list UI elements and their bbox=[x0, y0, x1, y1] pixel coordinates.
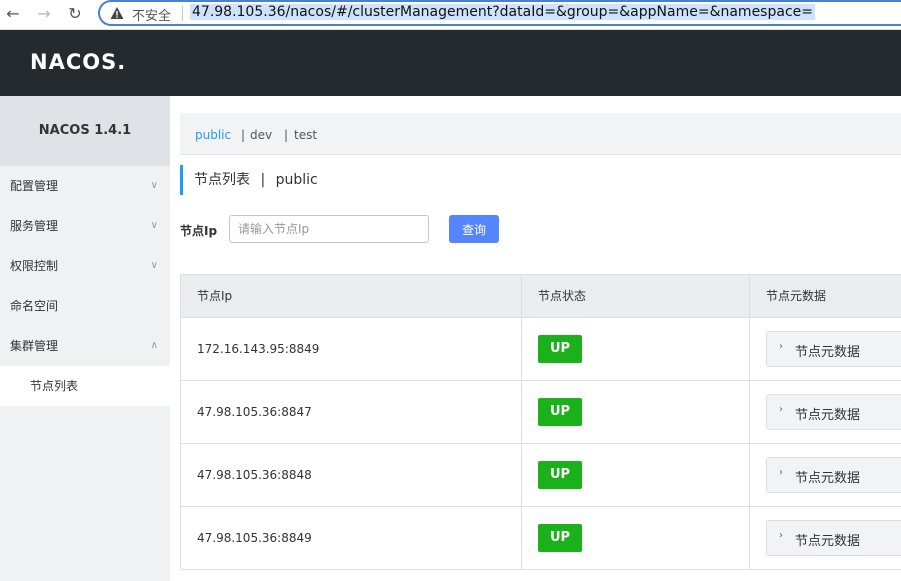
namespace-divider: | bbox=[284, 128, 289, 142]
status-badge: UP bbox=[538, 335, 582, 363]
metadata-label: 节点元数据 bbox=[795, 345, 861, 360]
app-header: NACOS. bbox=[0, 30, 901, 96]
metadata-button[interactable]: › 节点元数据 bbox=[766, 394, 901, 430]
browser-toolbar: ← → ↻ 不安全 47.98.105.36/nacos/#/clusterMa… bbox=[0, 0, 901, 30]
page-title-text: 节点列表 bbox=[194, 172, 250, 188]
chevron-down-icon: ∨ bbox=[150, 260, 158, 271]
node-ip: 47.98.105.36:8849 bbox=[197, 531, 312, 545]
sidebar-subitem-node-list[interactable]: 节点列表 bbox=[0, 366, 170, 406]
metadata-label: 节点元数据 bbox=[795, 408, 861, 423]
chevron-right-icon: › bbox=[779, 467, 783, 478]
status-badge: UP bbox=[538, 461, 582, 489]
chevron-down-icon: ∨ bbox=[150, 180, 158, 191]
table-row: 172.16.143.95:8849 UP › 节点元数据 bbox=[181, 318, 901, 381]
column-header-status: 节点状态 bbox=[538, 289, 587, 303]
chevron-down-icon: ∨ bbox=[150, 220, 158, 231]
chevron-up-icon: ∧ bbox=[150, 340, 158, 351]
metadata-label: 节点元数据 bbox=[795, 534, 861, 549]
sidebar-item-label: 命名空间 bbox=[10, 299, 59, 313]
table-row: 47.98.105.36:8847 UP › 节点元数据 bbox=[181, 381, 901, 444]
status-badge: UP bbox=[538, 524, 582, 552]
namespace-dev[interactable]: dev bbox=[250, 128, 272, 142]
namespace-bar: public | dev | test bbox=[180, 113, 901, 155]
metadata-button[interactable]: › 节点元数据 bbox=[766, 457, 901, 493]
namespace-test[interactable]: test bbox=[294, 128, 317, 142]
metadata-label: 节点元数据 bbox=[795, 471, 861, 486]
nacos-logo[interactable]: NACOS. bbox=[30, 50, 126, 74]
node-table: 节点Ip 节点状态 节点元数据 172.16.143.95:8849 UP › … bbox=[180, 274, 901, 570]
namespace-divider: | bbox=[241, 128, 246, 142]
metadata-button[interactable]: › 节点元数据 bbox=[766, 331, 901, 367]
table-row: 47.98.105.36:8848 UP › 节点元数据 bbox=[181, 444, 901, 507]
query-button[interactable]: 查询 bbox=[449, 215, 499, 243]
sidebar-item-service[interactable]: 服务管理 ∨ bbox=[0, 206, 170, 246]
sidebar-item-cluster[interactable]: 集群管理 ∧ bbox=[0, 326, 170, 366]
sidebar-item-label: 权限控制 bbox=[10, 259, 59, 273]
warning-icon bbox=[110, 7, 124, 19]
chevron-right-icon: › bbox=[779, 404, 783, 415]
page-title-namespace: public bbox=[275, 172, 318, 188]
sidebar: NACOS 1.4.1 配置管理 ∨ 服务管理 ∨ 权限控制 ∨ 命名空间 集群… bbox=[0, 96, 170, 581]
status-badge: UP bbox=[538, 398, 582, 426]
node-ip: 47.98.105.36:8848 bbox=[197, 468, 312, 482]
node-ip: 172.16.143.95:8849 bbox=[197, 342, 320, 356]
back-icon[interactable]: ← bbox=[2, 3, 24, 25]
table-header: 节点Ip 节点状态 节点元数据 bbox=[181, 275, 901, 318]
node-ip-input[interactable] bbox=[229, 215, 429, 243]
column-divider bbox=[521, 275, 522, 570]
insecure-label: 不安全 bbox=[132, 9, 172, 24]
chevron-right-icon: › bbox=[779, 530, 783, 541]
reload-icon[interactable]: ↻ bbox=[64, 3, 86, 25]
table-row: 47.98.105.36:8849 UP › 节点元数据 bbox=[181, 507, 901, 570]
address-bar[interactable]: 不安全 47.98.105.36/nacos/#/clusterManageme… bbox=[98, 0, 901, 26]
url-text[interactable]: 47.98.105.36/nacos/#/clusterManagement?d… bbox=[190, 4, 815, 20]
column-divider bbox=[749, 275, 750, 570]
node-ip-label: 节点Ip bbox=[180, 224, 218, 238]
metadata-button[interactable]: › 节点元数据 bbox=[766, 520, 901, 556]
sidebar-item-namespace[interactable]: 命名空间 bbox=[0, 286, 170, 326]
page-title-divider: | bbox=[260, 172, 266, 188]
node-ip: 47.98.105.36:8847 bbox=[197, 405, 312, 419]
page-title: 节点列表 | public bbox=[180, 165, 318, 195]
chevron-right-icon: › bbox=[779, 341, 783, 352]
sidebar-item-label: 配置管理 bbox=[10, 179, 59, 193]
namespace-public[interactable]: public bbox=[195, 128, 231, 142]
sidebar-title: NACOS 1.4.1 bbox=[0, 96, 170, 166]
sidebar-item-auth[interactable]: 权限控制 ∨ bbox=[0, 246, 170, 286]
sidebar-item-config[interactable]: 配置管理 ∨ bbox=[0, 166, 170, 206]
sidebar-item-label: 集群管理 bbox=[10, 339, 59, 353]
sidebar-item-label: 服务管理 bbox=[10, 219, 59, 233]
column-header-metadata: 节点元数据 bbox=[766, 289, 827, 303]
column-header-ip: 节点Ip bbox=[197, 289, 233, 303]
address-divider bbox=[182, 6, 183, 21]
forward-icon[interactable]: → bbox=[33, 3, 55, 25]
